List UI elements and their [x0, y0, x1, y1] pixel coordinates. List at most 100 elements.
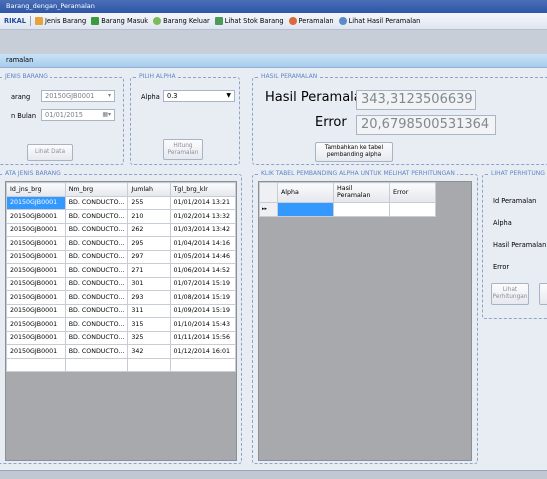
- table-cell[interactable]: BD. CONDUCTO...: [64, 317, 129, 332]
- table-cell[interactable]: 20150GJB0001: [6, 344, 66, 359]
- barang-select[interactable]: 20150GJB0001 ▾: [41, 90, 115, 102]
- table-cell[interactable]: 311: [127, 303, 171, 318]
- menu-barang-keluar[interactable]: Barang Keluar: [153, 17, 210, 25]
- table-cell[interactable]: BD. CONDUCTO...: [64, 303, 129, 318]
- table-cell[interactable]: 01/06/2014 14:52: [169, 263, 236, 278]
- lihat-perhitungan-button[interactable]: Lihat Perhitungan: [491, 283, 529, 305]
- table-cell[interactable]: BD. CONDUCTO...: [64, 290, 129, 305]
- table-row[interactable]: 20150GJB0001 BD. CONDUCTO... 301 01/07/2014…: [6, 276, 236, 291]
- table-cell[interactable]: [169, 357, 236, 372]
- table-cell[interactable]: 20150GJB0001: [6, 236, 66, 251]
- table-cell[interactable]: 01/01/2014 13:21: [169, 195, 236, 210]
- table-row[interactable]: 20150GJB0001 BD. CONDUCTO... 293 01/08/2014…: [6, 290, 236, 305]
- table-cell[interactable]: 20150GJB0001: [6, 195, 66, 210]
- table-cell[interactable]: 01/05/2014 14:46: [169, 249, 236, 264]
- table-header-row: Id_jns_brg Nm_brg Jumlah Tgl_brg_klr: [6, 182, 236, 197]
- bulan-datepicker[interactable]: 01/01/2015 ▦▾: [41, 109, 115, 121]
- table-cell[interactable]: [6, 357, 66, 372]
- table-cell[interactable]: 01/03/2014 13:42: [169, 222, 236, 237]
- data-table: Id_jns_brg Nm_brg Jumlah Tgl_brg_klr 201…: [6, 182, 236, 372]
- table-cell[interactable]: 01/08/2014 15:19: [169, 290, 236, 305]
- table-cell[interactable]: 20150GJB0001: [6, 263, 66, 278]
- table-cell[interactable]: 262: [127, 222, 171, 237]
- table-cell[interactable]: BD. CONDUCTO...: [64, 344, 129, 359]
- table-row[interactable]: 20150GJB0001 BD. CONDUCTO... 210 01/02/2014…: [6, 209, 236, 224]
- table-row[interactable]: 20150GJB0001 BD. CONDUCTO... 325 01/11/2014…: [6, 330, 236, 345]
- table-cell[interactable]: BD. CONDUCTO...: [64, 263, 129, 278]
- table-cell[interactable]: BD. CONDUCTO...: [64, 276, 129, 291]
- column-header[interactable]: Jumlah: [127, 182, 171, 197]
- table-cell[interactable]: 20150GJB0001: [6, 222, 66, 237]
- table-row[interactable]: ▸▸: [259, 202, 436, 217]
- table-cell[interactable]: 271: [127, 263, 171, 278]
- table-cell[interactable]: 297: [127, 249, 171, 264]
- table-cell[interactable]: 342: [127, 344, 171, 359]
- table-cell[interactable]: [64, 357, 129, 372]
- table-cell[interactable]: BD. CONDUCTO...: [64, 249, 129, 264]
- table-row[interactable]: 20150GJB0001 BD. CONDUCTO... 295 01/04/2014…: [6, 236, 236, 251]
- table-cell[interactable]: 20150GJB0001: [6, 249, 66, 264]
- table-row[interactable]: 20150GJB0001 BD. CONDUCTO... 271 01/06/2014…: [6, 263, 236, 278]
- menu-barang-masuk[interactable]: Barang Masuk: [91, 17, 148, 25]
- menu-lihat-hasil-peramalan[interactable]: Lihat Hasil Peramalan: [338, 17, 420, 25]
- table-cell[interactable]: 01/02/2014 13:32: [169, 209, 236, 224]
- table-cell[interactable]: 20150GJB0001: [6, 317, 66, 332]
- table-cell[interactable]: [333, 202, 390, 217]
- table-cell[interactable]: 01/09/2014 15:19: [169, 303, 236, 318]
- secondary-button[interactable]: [539, 283, 547, 305]
- table-cell[interactable]: [277, 202, 334, 217]
- table-cell[interactable]: BD. CONDUCTO...: [64, 236, 129, 251]
- table-cell[interactable]: 01/12/2014 16:01: [169, 344, 236, 359]
- table-cell[interactable]: 325: [127, 330, 171, 345]
- table-cell[interactable]: [389, 202, 436, 217]
- table-cell[interactable]: 301: [127, 276, 171, 291]
- table-row[interactable]: 20150GJB0001 BD. CONDUCTO... 311 01/09/2014…: [6, 303, 236, 318]
- table-cell[interactable]: 295: [127, 236, 171, 251]
- table-cell[interactable]: 20150GJB0001: [6, 330, 66, 345]
- table-cell[interactable]: 20150GJB0001: [6, 209, 66, 224]
- table-cell[interactable]: BD. CONDUCTO...: [64, 209, 129, 224]
- column-header[interactable]: Hasil Peramalan: [333, 182, 390, 203]
- column-header[interactable]: Id_jns_brg: [6, 182, 66, 197]
- table-cell[interactable]: 315: [127, 317, 171, 332]
- column-header[interactable]: Error: [389, 182, 436, 203]
- table-cell[interactable]: 01/07/2014 15:19: [169, 276, 236, 291]
- table-cell[interactable]: 20150GJB0001: [6, 290, 66, 305]
- column-header[interactable]: Tgl_brg_klr: [169, 182, 236, 197]
- column-header[interactable]: Nm_brg: [64, 182, 129, 197]
- table-cell[interactable]: BD. CONDUCTO...: [64, 195, 129, 210]
- lihat-data-button[interactable]: Lihat Data: [27, 144, 73, 161]
- table-cell[interactable]: 210: [127, 209, 171, 224]
- menu-lihat-stok-barang[interactable]: Lihat Stok Barang: [214, 17, 284, 25]
- form-title-bar: ramalan: [0, 54, 547, 68]
- column-header[interactable]: Alpha: [277, 182, 334, 203]
- menu-separator: [29, 16, 31, 26]
- hitung-peramalan-button[interactable]: Hitung Peramalan: [163, 139, 203, 160]
- table-cell[interactable]: 20150GJB0001: [6, 276, 66, 291]
- table-cell[interactable]: 01/10/2014 15:43: [169, 317, 236, 332]
- tambahkan-tabel-button[interactable]: Tambahkan ke tabel pembanding alpha: [315, 142, 393, 162]
- menu-jenis-barang[interactable]: Jenis Barang: [34, 17, 86, 25]
- toolstrip-area: [0, 30, 547, 54]
- table-cell[interactable]: BD. CONDUCTO...: [64, 330, 129, 345]
- table-row[interactable]: 20150GJB0001 BD. CONDUCTO... 315 01/10/2014…: [6, 317, 236, 332]
- table-row[interactable]: 20150GJB0001 BD. CONDUCTO... 342 01/12/2014…: [6, 344, 236, 359]
- table-row[interactable]: 20150GJB0001 BD. CONDUCTO... 255 01/01/2014…: [6, 195, 236, 210]
- alpha-table: Alpha Hasil Peramalan Error ▸▸: [259, 182, 436, 217]
- alpha-select[interactable]: 0.3 ▼: [163, 90, 235, 102]
- menu-peramalan[interactable]: Peramalan: [288, 17, 334, 25]
- table-cell[interactable]: 293: [127, 290, 171, 305]
- table-cell[interactable]: BD. CONDUCTO...: [64, 222, 129, 237]
- table-cell[interactable]: 255: [127, 195, 171, 210]
- table-cell[interactable]: 01/04/2014 14:16: [169, 236, 236, 251]
- table-row[interactable]: 20150GJB0001 BD. CONDUCTO... 297 01/05/2014…: [6, 249, 236, 264]
- alpha-grid[interactable]: Alpha Hasil Peramalan Error ▸▸: [258, 181, 472, 461]
- table-cell[interactable]: [127, 357, 171, 372]
- table-row-empty[interactable]: [6, 357, 236, 372]
- table-row[interactable]: 20150GJB0001 BD. CONDUCTO... 262 01/03/2014…: [6, 222, 236, 237]
- table-cell[interactable]: 20150GJB0001: [6, 303, 66, 318]
- table-cell[interactable]: 01/11/2014 15:56: [169, 330, 236, 345]
- group-jenis-barang: JENIS BARANG arang 20150GJB0001 ▾ n Bula…: [0, 73, 124, 165]
- data-grid[interactable]: Id_jns_brg Nm_brg Jumlah Tgl_brg_klr 201…: [5, 181, 237, 461]
- hasil-peramalan-label: Hasil Peramalan: [493, 241, 547, 249]
